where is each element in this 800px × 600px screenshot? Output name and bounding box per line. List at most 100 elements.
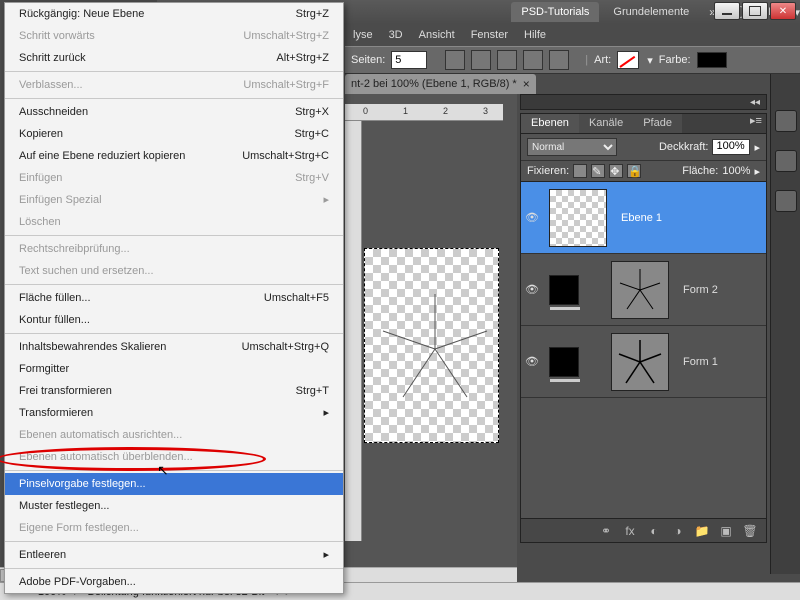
minimize-button[interactable] <box>714 2 740 20</box>
layer-mask-thumbnail[interactable] <box>611 261 669 319</box>
lock-all-icon[interactable]: 🔒 <box>627 164 641 178</box>
layer-style-icon[interactable]: fx <box>622 523 638 539</box>
new-layer-icon[interactable]: ▣ <box>718 523 734 539</box>
tab-ebenen[interactable]: Ebenen <box>521 114 579 133</box>
fill-input[interactable]: 100% <box>722 165 750 177</box>
menu-step-back[interactable]: Schritt zurückAlt+Strg+Z <box>5 47 343 69</box>
farbe-label: Farbe: <box>659 54 691 66</box>
dock-icon-1[interactable] <box>775 110 797 132</box>
menu-step-forward[interactable]: Schritt vorwärtsUmschalt+Strg+Z <box>5 25 343 47</box>
fill-label: Fläche: <box>682 165 718 177</box>
menu-spellcheck[interactable]: Rechtschreibprüfung... <box>5 238 343 260</box>
menu-undo[interactable]: Rückgängig: Neue EbeneStrg+Z <box>5 3 343 25</box>
panel-collapse-bar[interactable]: ◂◂ <box>520 94 767 110</box>
adjustment-layer-icon[interactable]: ◑ <box>670 523 686 539</box>
layer-row-form2[interactable]: 👁 Form 2 <box>521 254 766 326</box>
visibility-icon[interactable]: 👁 <box>521 283 543 296</box>
menu-auto-align[interactable]: Ebenen automatisch ausrichten... <box>5 424 343 446</box>
menu-fenster[interactable]: Fenster <box>471 29 508 41</box>
close-button[interactable] <box>770 2 796 20</box>
star-shape <box>375 289 495 409</box>
layer-group-icon[interactable]: 📁 <box>694 523 710 539</box>
seiten-input[interactable] <box>391 51 427 69</box>
window-controls <box>714 2 796 20</box>
layer-name[interactable]: Form 2 <box>675 284 766 296</box>
options-bar: Seiten: | Art: ▾ Farbe: <box>345 46 800 74</box>
shape-opt-1-icon[interactable] <box>445 50 465 70</box>
menu-copy-merged[interactable]: Auf eine Ebene reduziert kopierenUmschal… <box>5 145 343 167</box>
layer-fill-thumbnail[interactable] <box>549 275 579 305</box>
menu-free-transform[interactable]: Frei transformierenStrg+T <box>5 380 343 402</box>
document-tab[interactable]: nt-2 bei 100% (Ebene 1, RGB/8) * × <box>345 74 536 94</box>
blend-mode-select[interactable]: Normal <box>527 138 617 156</box>
menu-delete[interactable]: Löschen <box>5 211 343 233</box>
layer-name[interactable]: Ebene 1 <box>613 212 766 224</box>
cursor-icon: ↖ <box>157 462 169 479</box>
opacity-input[interactable]: 100% <box>712 139 750 155</box>
menu-fill[interactable]: Fläche füllen...Umschalt+F5 <box>5 287 343 309</box>
shape-opt-3-icon[interactable] <box>497 50 517 70</box>
menu-transform[interactable]: Transformieren <box>5 402 343 424</box>
shape-opt-5-icon[interactable] <box>549 50 569 70</box>
delete-layer-icon[interactable]: 🗑 <box>742 523 758 539</box>
menu-paste-special[interactable]: Einfügen Spezial <box>5 189 343 211</box>
lock-pixels-icon[interactable]: ✎ <box>591 164 605 178</box>
farbe-swatch[interactable] <box>697 52 727 68</box>
menu-define-brush[interactable]: Pinselvorgabe festlegen... <box>5 473 343 495</box>
lock-transparent-icon[interactable] <box>573 164 587 178</box>
shape-opt-4-icon[interactable] <box>523 50 543 70</box>
art-swatch[interactable] <box>617 51 639 69</box>
tab-kanaele[interactable]: Kanäle <box>579 114 633 133</box>
ruler-tick: 2 <box>443 106 448 116</box>
menu-stroke[interactable]: Kontur füllen... <box>5 309 343 331</box>
menu-3d[interactable]: 3D <box>389 29 403 41</box>
layer-row-form1[interactable]: 👁 Form 1 <box>521 326 766 398</box>
opacity-flyout-icon[interactable]: ▸ <box>754 141 760 154</box>
menu-fade[interactable]: Verblassen...Umschalt+Strg+F <box>5 74 343 96</box>
menu-ansicht[interactable]: Ansicht <box>419 29 455 41</box>
menu-copy[interactable]: KopierenStrg+C <box>5 123 343 145</box>
layer-row-ebene1[interactable]: 👁 Ebene 1 <box>521 182 766 254</box>
menu-pdf-presets[interactable]: Adobe PDF-Vorgaben... <box>5 571 343 593</box>
menu-analyse[interactable]: lyse <box>353 29 373 41</box>
menu-define-pattern[interactable]: Muster festlegen... <box>5 495 343 517</box>
menu-auto-blend[interactable]: Ebenen automatisch überblenden... <box>5 446 343 468</box>
layer-mask-thumbnail[interactable] <box>611 333 669 391</box>
menu-cut[interactable]: AusschneidenStrg+X <box>5 101 343 123</box>
layer-blend-row: Normal Deckkraft: 100% ▸ <box>521 134 766 161</box>
ruler-tick: 1 <box>403 106 408 116</box>
layer-lock-row: Fixieren: ✎ ✥ 🔒 Fläche: 100% ▸ <box>521 161 766 182</box>
layer-name[interactable]: Form 1 <box>675 356 766 368</box>
canvas[interactable] <box>364 248 499 443</box>
dock-strip <box>770 74 800 574</box>
layer-list: 👁 Ebene 1 👁 Form 2 👁 Form 1 <box>521 182 766 518</box>
lock-position-icon[interactable]: ✥ <box>609 164 623 178</box>
workspace-tab-psd[interactable]: PSD-Tutorials <box>511 2 599 22</box>
menu-find-replace[interactable]: Text suchen und ersetzen... <box>5 260 343 282</box>
workspace-tab-grund[interactable]: Grundelemente <box>603 2 699 22</box>
dock-icon-2[interactable] <box>775 150 797 172</box>
panel-tabstrip: Ebenen Kanäle Pfade ▸≡ <box>521 114 766 134</box>
menu-paste[interactable]: EinfügenStrg+V <box>5 167 343 189</box>
menu-content-aware-scale[interactable]: Inhaltsbewahrendes SkalierenUmschalt+Str… <box>5 336 343 358</box>
link-layers-icon[interactable]: ⚭ <box>598 523 614 539</box>
layer-fill-thumbnail[interactable] <box>549 347 579 377</box>
tab-pfade[interactable]: Pfade <box>633 114 682 133</box>
fill-flyout-icon[interactable]: ▸ <box>754 165 760 178</box>
document-close-icon[interactable]: × <box>523 77 530 91</box>
shape-opt-2-icon[interactable] <box>471 50 491 70</box>
layer-thumbnail[interactable] <box>549 189 607 247</box>
menu-hilfe[interactable]: Hilfe <box>524 29 546 41</box>
lock-label: Fixieren: <box>527 165 569 177</box>
document-title: nt-2 bei 100% (Ebene 1, RGB/8) * <box>351 78 517 90</box>
layers-panel: Ebenen Kanäle Pfade ▸≡ Normal Deckkraft:… <box>520 113 767 543</box>
menu-purge[interactable]: Entleeren <box>5 544 343 566</box>
dock-icon-3[interactable] <box>775 190 797 212</box>
layer-mask-icon[interactable]: ◐ <box>646 523 662 539</box>
panel-menu-icon[interactable]: ▸≡ <box>746 114 766 133</box>
maximize-button[interactable] <box>742 2 768 20</box>
menu-define-shape[interactable]: Eigene Form festlegen... <box>5 517 343 539</box>
visibility-icon[interactable]: 👁 <box>521 355 543 368</box>
menu-puppet-warp[interactable]: Formgitter <box>5 358 343 380</box>
visibility-icon[interactable]: 👁 <box>521 211 543 224</box>
